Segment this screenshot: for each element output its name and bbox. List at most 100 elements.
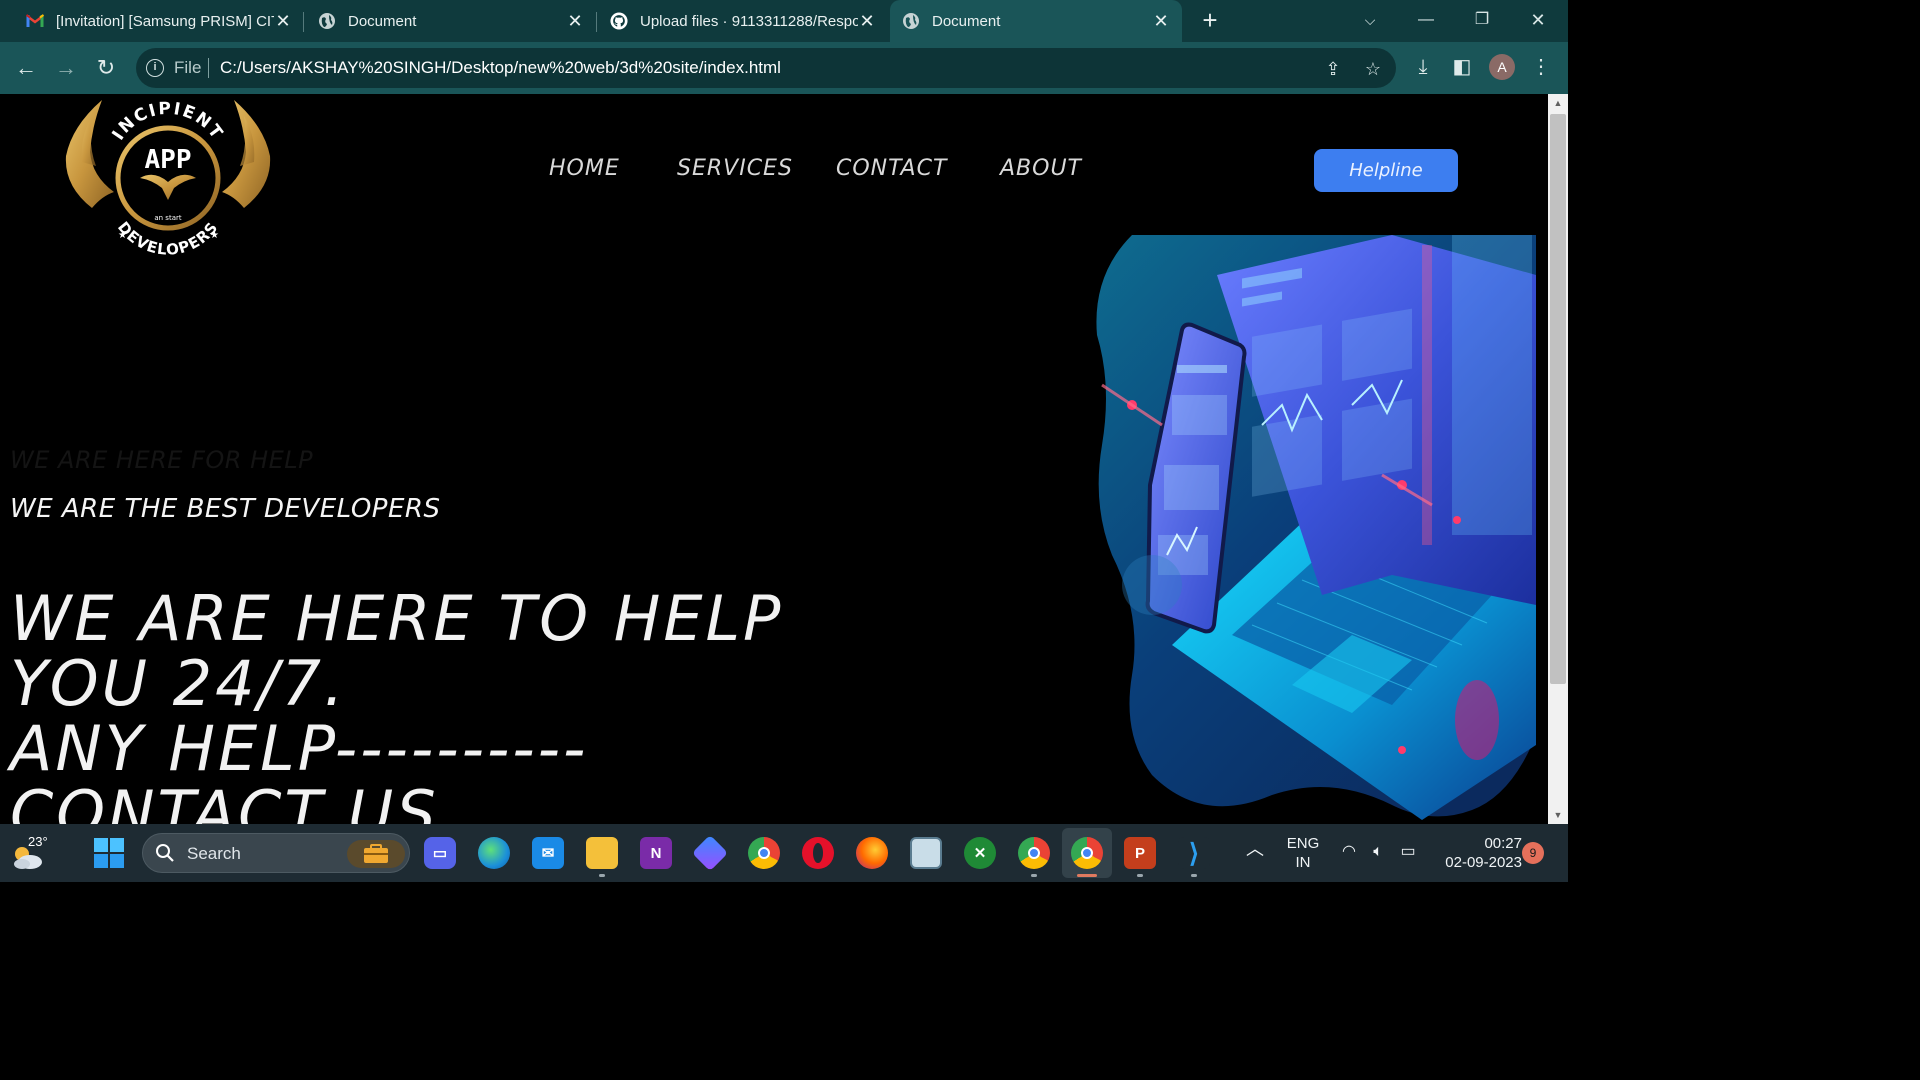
globe-icon [318,12,336,30]
chrome-active-icon[interactable] [1071,837,1103,869]
teams-chat-icon[interactable]: ▭ [424,837,456,869]
running-indicator [599,874,605,877]
nav-home[interactable]: HOME [549,156,620,181]
scroll-down-icon[interactable]: ▼ [1548,806,1568,824]
lang-line-1: ENG [1286,835,1320,852]
battery-icon[interactable]: ▭ [1396,842,1420,861]
tab-document-active[interactable]: Document ✕ [890,0,1182,42]
mail-icon[interactable]: ✉ [532,837,564,869]
close-icon[interactable]: ✕ [858,11,876,32]
search-icon [156,844,174,862]
page-scrollbar[interactable]: ▲ ▼ [1548,94,1568,824]
weather-temp: 23° [28,834,48,849]
share-icon[interactable]: ⇪ [1322,58,1344,80]
subheading: WE ARE THE BEST DEVELOPERS [10,494,441,524]
download-icon[interactable]: ⤓ [1410,54,1436,80]
edge-icon[interactable] [478,837,510,869]
tab-title: Document [348,12,417,30]
powerpoint-icon[interactable]: P [1124,837,1156,869]
scheme-label: File [174,58,202,77]
language-indicator[interactable]: ENG IN [1284,834,1322,872]
close-icon[interactable]: ✕ [566,11,584,32]
reload-button[interactable]: ↻ [92,54,120,82]
svg-text:★: ★ [210,230,219,241]
tab-gmail[interactable]: [Invitation] [Samsung PRISM] CIT ✕ [14,0,304,42]
weather-widget[interactable]: 23° [10,834,54,874]
globe-icon [902,12,920,30]
start-button[interactable] [94,838,124,868]
scroll-up-icon[interactable]: ▲ [1548,94,1568,112]
opera-icon[interactable] [802,837,834,869]
hero-line-4: CONTACT US [10,777,439,824]
xbox-icon[interactable]: ✕ [964,837,996,869]
windows-logo-icon [94,838,124,868]
vscode-icon[interactable]: ⟩ [1178,837,1210,869]
tab-strip: [Invitation] [Samsung PRISM] CIT ✕ Docum… [0,0,1568,42]
nav-contact[interactable]: CONTACT [836,156,947,181]
restore-button[interactable]: ❐ [1462,6,1502,34]
file-explorer-icon[interactable] [586,837,618,869]
nav-services[interactable]: SERVICES [677,156,793,181]
close-icon[interactable]: ✕ [1152,11,1170,32]
chevron-up-icon[interactable]: ︿ [1246,840,1264,859]
onenote-icon[interactable]: N [640,837,672,869]
url-text[interactable]: C:/Users/AKSHAY%20SINGH/Desktop/new%20we… [220,58,781,78]
address-bar[interactable]: i File C:/Users/AKSHAY%20SINGH/Desktop/n… [136,48,1396,88]
briefcase-icon [347,840,405,868]
tab-document-1[interactable]: Document ✕ [306,0,596,42]
running-indicator [1137,874,1143,877]
active-indicator [1077,874,1097,877]
wifi-icon[interactable]: ◠ [1338,842,1360,861]
gmail-icon [26,12,44,30]
bookmark-star-icon[interactable]: ☆ [1362,58,1384,80]
clock-date: 02-09-2023 [1445,854,1522,871]
side-panel-icon[interactable]: ◧ [1449,54,1475,80]
github-icon [610,12,628,30]
new-tab-button[interactable]: + [1196,6,1224,34]
tab-title: [Invitation] [Samsung PRISM] CIT [56,12,274,30]
tab-title: Upload files · 9113311288/Respo [640,12,858,30]
helpline-button[interactable]: Helpline [1314,149,1458,192]
notification-badge[interactable]: 9 [1522,842,1544,864]
windows-taskbar: 23° Search ▭ ✉ N ✕ P ⟩ ︿ ENG IN ◠ 🔈︎ ▭ 0… [0,824,1568,882]
toolbar: ← → ↻ i File C:/Users/AKSHAY%20SINGH/Des… [0,42,1568,94]
hero-line-2: YOU 24/7. [10,647,347,720]
tab-separator [596,12,597,32]
window-close-button[interactable]: ✕ [1518,6,1558,34]
running-indicator [1191,874,1197,877]
taskbar-search[interactable]: Search [142,833,410,873]
tab-title: Document [932,12,1001,30]
tab-separator [303,12,304,32]
running-indicator [1031,874,1037,877]
scroll-thumb[interactable] [1550,114,1566,684]
app-logo[interactable]: INCIPIENT APP an start DEVELOPERS ★ ★ [62,96,274,258]
search-label: Search [187,844,241,863]
back-button[interactable]: ← [12,54,40,82]
clock-time: 00:27 [1484,835,1522,852]
minimize-button[interactable]: — [1406,6,1446,34]
forward-button[interactable]: → [52,54,80,82]
profile-avatar[interactable]: A [1489,54,1515,80]
volume-icon[interactable]: 🔈︎ [1366,842,1390,861]
chrome-icon[interactable] [748,837,780,869]
devices-illustration [1096,235,1536,820]
chrome-profile-icon[interactable] [1018,837,1050,869]
copilot-icon[interactable] [691,834,729,872]
tab-search-icon[interactable]: ⌵ [1350,6,1390,34]
svg-text:★: ★ [118,230,127,241]
divider [208,58,209,78]
hero-line-1: WE ARE HERE TO HELP [10,582,784,655]
logo-tagline: an start [154,214,182,222]
info-icon[interactable]: i [146,59,164,77]
page-viewport: INCIPIENT APP an start DEVELOPERS ★ ★ HO… [0,94,1548,824]
tab-github-upload[interactable]: Upload files · 9113311288/Respo ✕ [598,0,888,42]
faint-tagline: WE ARE HERE FOR HELP [10,446,314,474]
clock[interactable]: 00:27 02-09-2023 [1432,834,1522,872]
nav-about[interactable]: ABOUT [1000,156,1082,181]
photos-icon[interactable] [910,837,942,869]
menu-icon[interactable]: ⋮ [1528,54,1554,80]
close-icon[interactable]: ✕ [274,11,292,32]
firefox-icon[interactable] [856,837,888,869]
hero-line-3: ANY HELP---------- [10,712,589,785]
lang-line-2: IN [1295,854,1311,871]
